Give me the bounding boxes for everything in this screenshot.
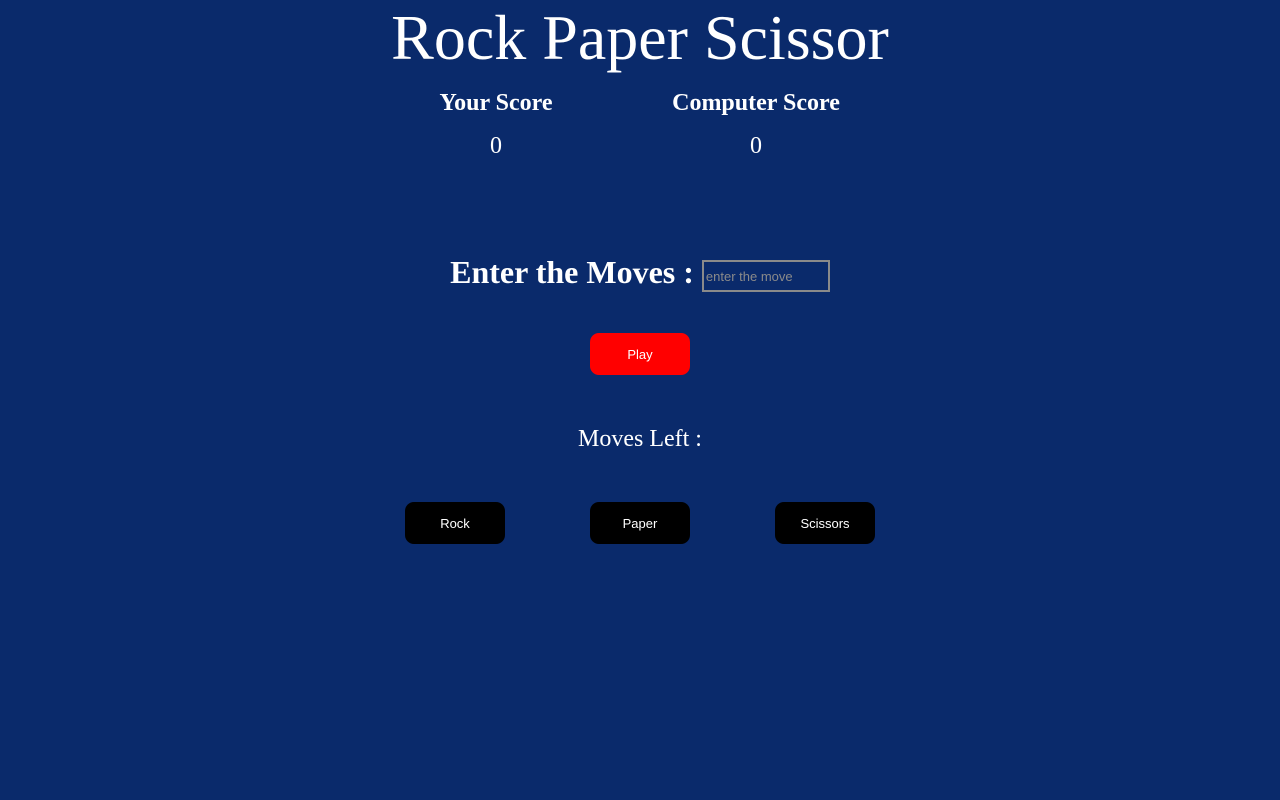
player-score-label: Your Score	[439, 90, 553, 116]
moves-left-label: Moves Left :	[578, 426, 702, 452]
player-score-panel: Your Score 0	[366, 88, 626, 161]
computer-score-label: Computer Score	[672, 90, 840, 116]
game-title: Rock Paper Scissor	[391, 2, 889, 73]
player-score-value: 0	[490, 133, 502, 159]
rock-button[interactable]: Rock	[405, 502, 505, 544]
moves-entry-label: Enter the Moves :	[450, 254, 694, 290]
scissors-button[interactable]: Scissors	[775, 502, 875, 544]
play-button[interactable]: Play	[590, 333, 690, 375]
moves-input[interactable]	[701, 260, 830, 292]
computer-score-value: 0	[750, 133, 762, 159]
computer-score-panel: Computer Score 0	[626, 88, 886, 161]
game-page: Rock Paper Scissor Your Score 0 Computer…	[0, 0, 1280, 800]
moves-entry-row: Enter the Moves :	[0, 252, 1280, 292]
paper-button[interactable]: Paper	[590, 502, 690, 544]
